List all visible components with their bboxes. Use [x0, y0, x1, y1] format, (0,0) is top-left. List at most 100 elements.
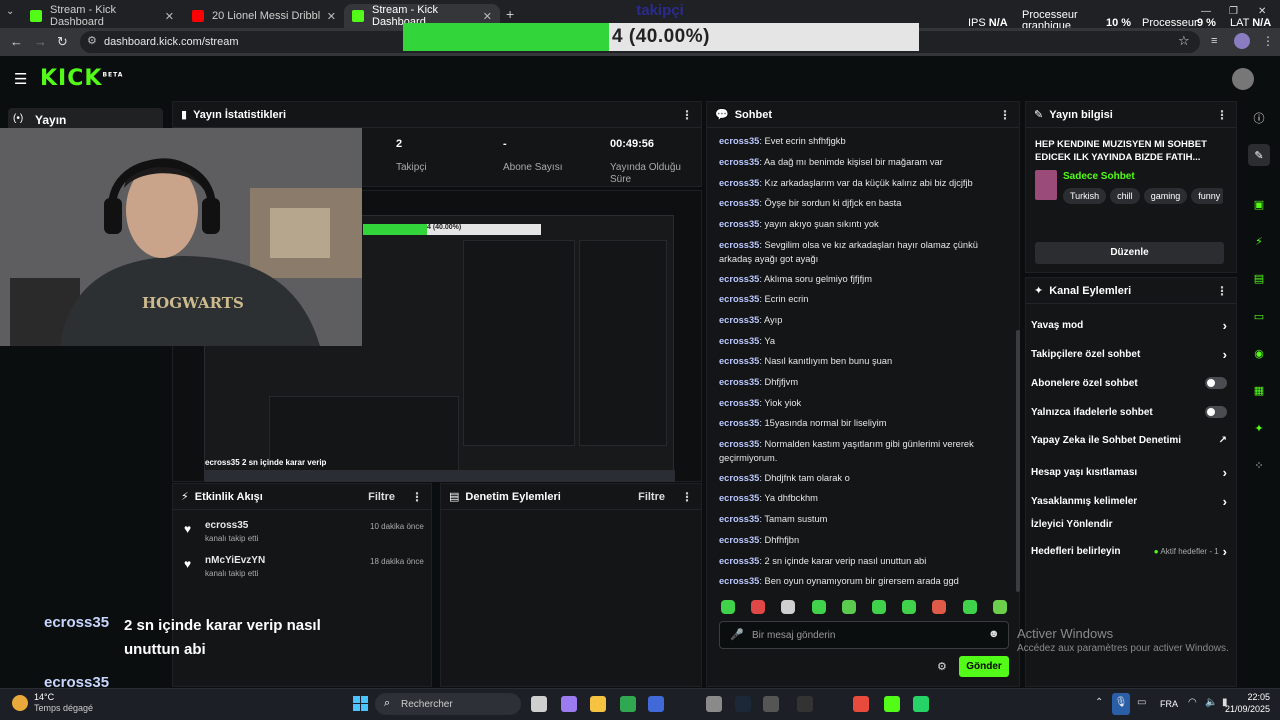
action-followers-only[interactable]: Takipçilere özel sohbet ›	[1031, 347, 1227, 362]
minimize-icon[interactable]: —	[1201, 6, 1211, 17]
emote-icon[interactable]	[902, 600, 917, 614]
emote-icon[interactable]	[841, 600, 856, 614]
more-icon[interactable]: ⋮	[681, 108, 693, 122]
chat-username[interactable]: ecross35	[719, 157, 759, 167]
store-icon[interactable]	[763, 696, 779, 712]
edit-pencil-icon[interactable]: ✎	[1248, 144, 1270, 166]
taskbar-time[interactable]: 22:05	[1240, 692, 1270, 702]
close-icon[interactable]: ✕	[327, 10, 336, 23]
new-tab-button[interactable]: +	[506, 6, 514, 22]
profile-avatar[interactable]	[1234, 33, 1250, 49]
action-slow-mode[interactable]: Yavaş mod ›	[1031, 318, 1227, 333]
more-icon[interactable]: ⋮	[411, 490, 423, 504]
more-icon[interactable]: ⋮	[999, 108, 1011, 122]
chat-username[interactable]: ecross35	[719, 274, 759, 284]
send-button[interactable]: Gönder	[959, 656, 1009, 677]
reload-icon[interactable]: ↻	[57, 34, 68, 50]
taskbar-language[interactable]: FRA	[1160, 699, 1178, 709]
kick-app-icon[interactable]	[884, 696, 900, 712]
info-icon[interactable]: ⓘ	[1248, 107, 1270, 129]
layout-icon[interactable]: ▦	[1248, 379, 1270, 401]
tab-search-icon[interactable]: ⌄	[6, 6, 14, 17]
action-set-goals[interactable]: Hedefleri belirleyin ● Aktif hedefler - 1…	[1031, 544, 1227, 559]
extensions-icon[interactable]: ≡	[1211, 35, 1217, 47]
steam-icon[interactable]	[735, 696, 751, 712]
chat-sidebar-icon[interactable]: ▭	[1248, 305, 1270, 327]
tag[interactable]: Turkish	[1063, 188, 1107, 204]
tray-network-icon[interactable]: ▭	[1137, 697, 1146, 708]
site-info-icon[interactable]: ⚙	[87, 34, 97, 47]
user-avatar[interactable]	[1232, 68, 1254, 90]
close-icon[interactable]: ✕	[165, 10, 174, 23]
chat-username[interactable]: ecross35	[719, 136, 759, 146]
chat-username[interactable]: ecross35	[719, 178, 759, 188]
chat-username[interactable]: ecross35	[719, 473, 759, 483]
taskbar-date[interactable]: 21/09/2025	[1222, 704, 1270, 714]
close-icon[interactable]: ✕	[483, 10, 492, 23]
chat-username[interactable]: ecross35	[719, 398, 759, 408]
chrome-icon[interactable]	[853, 696, 869, 712]
emote-icon[interactable]	[932, 600, 947, 614]
chat-username[interactable]: ecross35	[719, 377, 759, 387]
action-host-viewers[interactable]: İzleyici Yönlendir	[1031, 519, 1227, 530]
emote-icon[interactable]	[962, 600, 977, 614]
chat-username[interactable]: ecross35	[719, 198, 759, 208]
subscribers-only-toggle[interactable]	[1205, 377, 1227, 389]
windows-start-icon[interactable]	[353, 696, 368, 711]
action-ai-moderation[interactable]: Yapay Zeka ile Sohbet Denetimi ↗	[1031, 435, 1227, 446]
more-icon[interactable]: ⋮	[1216, 108, 1228, 122]
chat-username[interactable]: ecross35	[719, 535, 759, 545]
more-icon[interactable]: ⋮	[1216, 284, 1228, 298]
chat-username[interactable]: ecross35	[719, 514, 759, 524]
chat-username[interactable]: ecross35	[719, 493, 759, 503]
taskbar-search[interactable]: ⌕ Rechercher	[375, 693, 521, 715]
action-subscribers-only[interactable]: Abonelere özel sohbet	[1031, 377, 1227, 389]
tray-chevron-icon[interactable]: ⌃	[1095, 697, 1103, 708]
window-close-icon[interactable]: ✕	[1258, 6, 1266, 17]
chat-username[interactable]: ecross35	[719, 336, 759, 346]
tray-mic-icon[interactable]: 🎙	[1112, 693, 1130, 715]
activity-filter-button[interactable]: Filtre	[368, 491, 395, 503]
kick-logo[interactable]: KICKBETA	[40, 66, 123, 91]
file-explorer-icon[interactable]	[590, 696, 606, 712]
emote-icon[interactable]	[781, 600, 796, 614]
activity-user[interactable]: ecross35	[205, 520, 248, 531]
activity-user[interactable]: nMcYiEvzYN	[205, 555, 265, 566]
emote-icon[interactable]	[721, 600, 735, 614]
emote-icon[interactable]	[811, 600, 826, 614]
forward-icon[interactable]: →	[34, 34, 47, 49]
lightning-sidebar-icon[interactable]: ⚡	[1248, 230, 1270, 252]
broadcast-sidebar-icon[interactable]: ◉	[1248, 342, 1270, 364]
chat-scrollbar[interactable]	[1016, 330, 1020, 592]
tag[interactable]: gaming	[1143, 188, 1188, 204]
chat-username[interactable]: ecross35	[719, 240, 759, 250]
more-icon[interactable]: ⋮	[681, 490, 693, 504]
wifi-icon[interactable]: ◠	[1188, 697, 1197, 708]
action-emotes-only[interactable]: Yalnızca ifadelerle sohbet	[1031, 406, 1227, 418]
bookmark-star-icon[interactable]: ☆	[1178, 33, 1190, 49]
chat-username[interactable]: ecross35	[719, 576, 759, 586]
hamburger-menu-icon[interactable]: ☰	[14, 70, 27, 88]
copilot-icon[interactable]	[561, 696, 577, 712]
chat-username[interactable]: ecross35	[719, 439, 759, 449]
action-banned-words[interactable]: Yasaklanmış kelimeler ›	[1031, 494, 1227, 509]
chat-username[interactable]: ecross35	[719, 556, 759, 566]
chat-settings-gear-icon[interactable]: ⚙	[937, 660, 947, 673]
moderation-filter-button[interactable]: Filtre	[638, 491, 665, 503]
action-account-age[interactable]: Hesap yaşı kısıtlaması ›	[1031, 465, 1227, 480]
clipboard-icon[interactable]: ▤	[1248, 267, 1270, 289]
task-view-icon[interactable]	[531, 696, 547, 712]
category-name[interactable]: Sadece Sohbet	[1063, 171, 1135, 182]
browser-tab-2[interactable]: 20 Lionel Messi Dribbles That S ✕	[184, 4, 344, 28]
chat-username[interactable]: ecross35	[719, 294, 759, 304]
volume-icon[interactable]: 🔈	[1205, 697, 1217, 708]
tag[interactable]: funny	[1191, 188, 1223, 204]
xbox-icon[interactable]	[620, 696, 636, 712]
epic-games-icon[interactable]	[797, 696, 813, 712]
focus-icon[interactable]: ▣	[1248, 193, 1270, 215]
edit-button[interactable]: Düzenle	[1035, 242, 1224, 264]
tag[interactable]: chill	[1110, 188, 1140, 204]
chat-username[interactable]: ecross35	[719, 356, 759, 366]
back-icon[interactable]: ←	[10, 34, 23, 49]
browser-menu-icon[interactable]: ⋮	[1262, 34, 1274, 48]
